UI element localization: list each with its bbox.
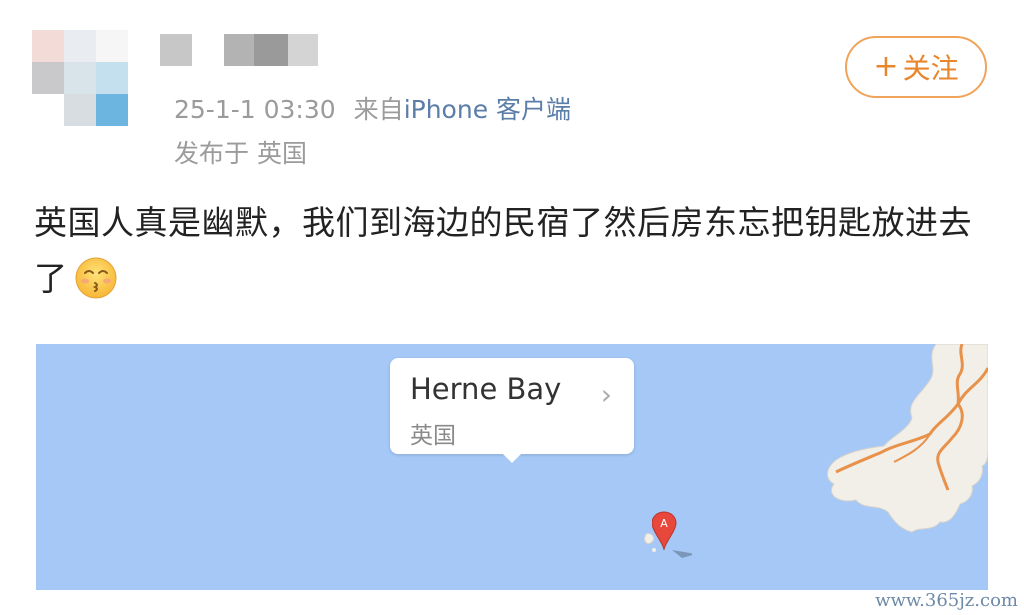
post-body: 英国人真是幽默，我们到海边的民宿了然后房东忘把钥匙放进去了	[34, 195, 994, 307]
source-prefix: 来自	[353, 95, 404, 124]
client-link[interactable]: iPhone 客户端	[404, 95, 571, 124]
plus-icon: +	[873, 49, 899, 84]
place-country: 英国	[410, 423, 456, 449]
pin-letter: A	[660, 517, 668, 530]
map-pin-icon[interactable]: A	[651, 510, 696, 562]
post-timestamp: 25-1-1 03:30	[174, 95, 336, 124]
follow-button[interactable]: + 关注	[845, 36, 987, 98]
follow-label: 关注	[902, 52, 959, 85]
avatar[interactable]	[32, 30, 128, 126]
place-name: Herne Bay	[410, 372, 562, 406]
watermark: www.365jz.com	[875, 590, 1018, 611]
callout-tail	[502, 453, 522, 463]
post-location: 发布于 英国	[174, 139, 307, 168]
kissing-face-icon	[74, 256, 118, 300]
chevron-right-icon: ›	[600, 378, 612, 411]
post-meta: 25-1-1 03:30 来自iPhone 客户端	[174, 90, 571, 126]
weibo-post: 25-1-1 03:30 来自iPhone 客户端 发布于 英国 + 关注 英国人…	[0, 0, 1024, 615]
map-view[interactable]: Herne Bay › 英国 A	[36, 344, 988, 590]
post-text: 英国人真是幽默，我们到海边的民宿了然后房东忘把钥匙放进去了	[34, 203, 972, 298]
username-blurred[interactable]	[160, 30, 320, 74]
map-callout[interactable]: Herne Bay › 英国	[390, 358, 634, 463]
